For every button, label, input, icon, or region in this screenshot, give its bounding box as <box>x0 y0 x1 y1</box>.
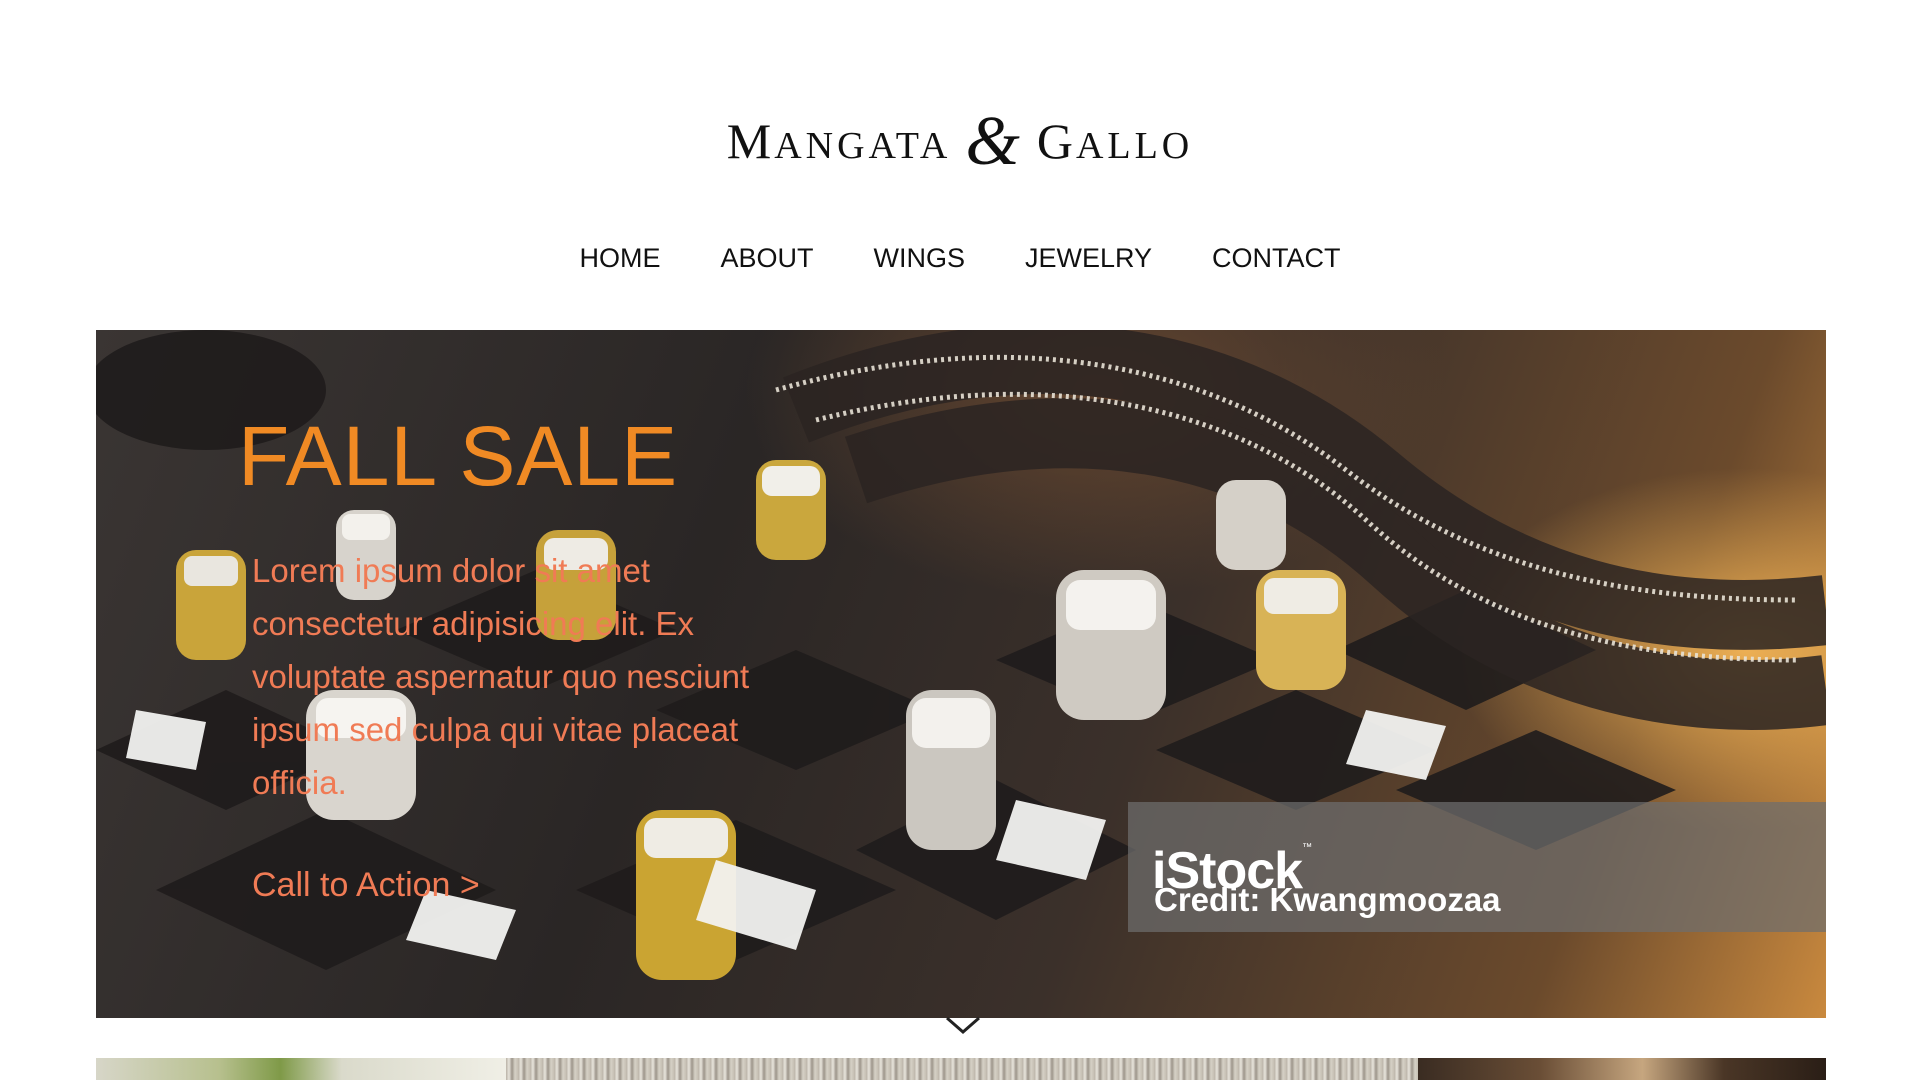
nav-item-about[interactable]: ABOUT <box>720 236 813 280</box>
logo-text-mangata: MANGATA <box>726 113 952 169</box>
main-nav: HOME ABOUT WINGS JEWELRY CONTACT <box>0 236 1920 280</box>
istock-watermark: iStock™ Credit: Kwangmoozaa <box>1128 802 1826 932</box>
nav-item-home[interactable]: HOME <box>579 236 660 280</box>
nav-item-jewelry[interactable]: JEWELRY <box>1025 236 1152 280</box>
thumbnail-image-2[interactable] <box>506 1058 1418 1080</box>
hero-body-text: Lorem ipsum dolor sit amet consectetur a… <box>252 552 750 801</box>
logo-text-gallo: GALLO <box>1036 113 1194 169</box>
thumbnail-image-3[interactable] <box>1418 1058 1826 1080</box>
nav-item-wings[interactable]: WINGS <box>873 236 965 280</box>
site-logo[interactable]: MANGATA & GALLO <box>0 106 1920 181</box>
logo-ampersand: & <box>965 103 1023 180</box>
chevron-down-icon[interactable] <box>943 1012 983 1042</box>
thumbnail-image-1[interactable] <box>96 1058 506 1080</box>
call-to-action-link[interactable]: Call to Action > <box>252 860 480 910</box>
hero-title: FALL SALE <box>238 409 679 503</box>
nav-item-contact[interactable]: CONTACT <box>1212 236 1341 280</box>
hero-banner: FALL SALE Lorem ipsum dolor sit amet con… <box>96 330 1826 1018</box>
image-credit: Credit: Kwangmoozaa <box>1154 881 1501 918</box>
